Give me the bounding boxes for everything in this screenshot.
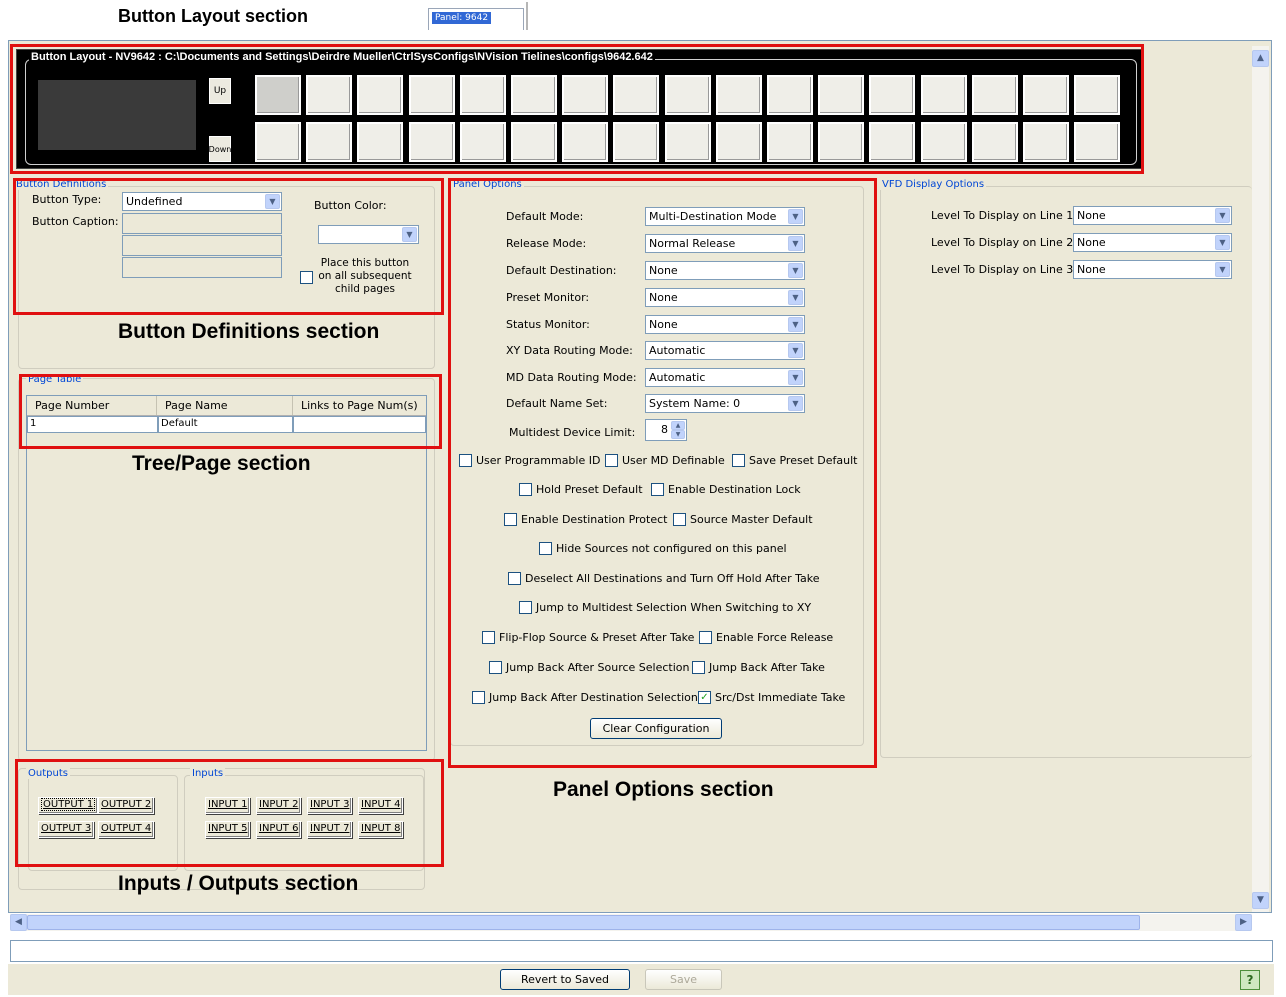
annotation-panel-options: Panel Options section: [553, 778, 774, 801]
scroll-down-icon[interactable]: ▼: [1252, 892, 1269, 909]
highlight-tree-page: [19, 374, 442, 449]
scroll-up-icon[interactable]: ▲: [1252, 50, 1269, 67]
revert-to-saved-button[interactable]: Revert to Saved: [500, 969, 630, 990]
vfd-line-value: None: [1077, 209, 1106, 222]
chevron-down-icon: ▼: [1215, 262, 1230, 277]
vfd-line-value: None: [1077, 236, 1106, 249]
vfd-line-label: Level To Display on Line 2:: [931, 236, 1077, 249]
chevron-down-icon: ▼: [788, 317, 803, 332]
panel-option-value: Normal Release: [649, 237, 736, 250]
panel-option-value: None: [649, 318, 678, 331]
vfd-line-label: Level To Display on Line 3:: [931, 263, 1077, 276]
horizontal-scrollbar[interactable]: ◀ ▶: [10, 914, 1252, 931]
panel-option-select[interactable]: None ▼: [645, 288, 805, 307]
panel-option-label: Default Name Set:: [506, 397, 608, 410]
panel-option-value: System Name: 0: [649, 397, 741, 410]
tab-panel-9642[interactable]: Panel: 9642×: [428, 8, 524, 30]
highlight-button-definitions: [13, 178, 444, 315]
vfd-line-select[interactable]: None ▼: [1073, 233, 1232, 252]
annotation-button-definitions: Button Definitions section: [118, 320, 380, 343]
save-button[interactable]: Save: [645, 969, 722, 990]
panel-option-select[interactable]: System Name: 0 ▼: [645, 394, 805, 413]
vfd-line-select[interactable]: None ▼: [1073, 260, 1232, 279]
panel-option-select[interactable]: Automatic ▼: [645, 341, 805, 360]
scroll-left-icon[interactable]: ◀: [10, 914, 27, 931]
chevron-down-icon: ▼: [788, 263, 803, 278]
panel-option-value: None: [649, 291, 678, 304]
panel-option-select[interactable]: Multi-Destination Mode ▼: [645, 207, 805, 226]
panel-option-label: Release Mode:: [506, 237, 587, 250]
panel-option-label: XY Data Routing Mode:: [506, 344, 633, 357]
panel-option-select[interactable]: Automatic ▼: [645, 368, 805, 387]
chevron-down-icon: ▼: [788, 290, 803, 305]
vfd-options-label: VFD Display Options: [880, 179, 987, 190]
vfd-line-value: None: [1077, 263, 1106, 276]
vfd-line-select[interactable]: None ▼: [1073, 206, 1232, 225]
chevron-down-icon: ▼: [788, 209, 803, 224]
tab-divider: [526, 2, 528, 30]
help-icon[interactable]: ?: [1240, 970, 1260, 990]
panel-option-select[interactable]: Normal Release ▼: [645, 234, 805, 253]
chevron-down-icon: ▼: [788, 343, 803, 358]
annotation-tree-page: Tree/Page section: [132, 452, 311, 475]
panel-option-value: None: [649, 264, 678, 277]
vertical-scrollbar[interactable]: ▲ ▼: [1252, 46, 1269, 912]
chevron-down-icon: ▼: [788, 396, 803, 411]
panel-option-label: MD Data Routing Mode:: [506, 371, 637, 384]
panel-option-label: Status Monitor:: [506, 318, 590, 331]
scroll-right-icon[interactable]: ▶: [1235, 914, 1252, 931]
annotation-button-layout: Button Layout section: [118, 6, 308, 26]
footer-bar: [8, 964, 1274, 995]
panel-option-value: Automatic: [649, 344, 706, 357]
chevron-down-icon: ▼: [1215, 235, 1230, 250]
panel-option-label: Preset Monitor:: [506, 291, 590, 304]
vfd-line-label: Level To Display on Line 1:: [931, 209, 1077, 222]
chevron-down-icon: ▼: [788, 236, 803, 251]
chevron-down-icon: ▼: [1215, 208, 1230, 223]
panel-option-label: Default Mode:: [506, 210, 584, 223]
panel-option-value: Multi-Destination Mode: [649, 210, 777, 223]
highlight-button-layout: [10, 44, 1144, 174]
tab-label: Panel: 9642: [432, 12, 492, 24]
highlight-inputs-outputs: [15, 759, 444, 867]
status-bar: [10, 940, 1273, 962]
panel-option-select[interactable]: None ▼: [645, 315, 805, 334]
panel-option-label: Default Destination:: [506, 264, 617, 277]
horizontal-scroll-thumb[interactable]: [27, 915, 1140, 930]
panel-option-value: Automatic: [649, 371, 706, 384]
chevron-down-icon: ▼: [788, 370, 803, 385]
annotation-inputs-outputs: Inputs / Outputs section: [118, 872, 359, 895]
panel-option-select[interactable]: None ▼: [645, 261, 805, 280]
